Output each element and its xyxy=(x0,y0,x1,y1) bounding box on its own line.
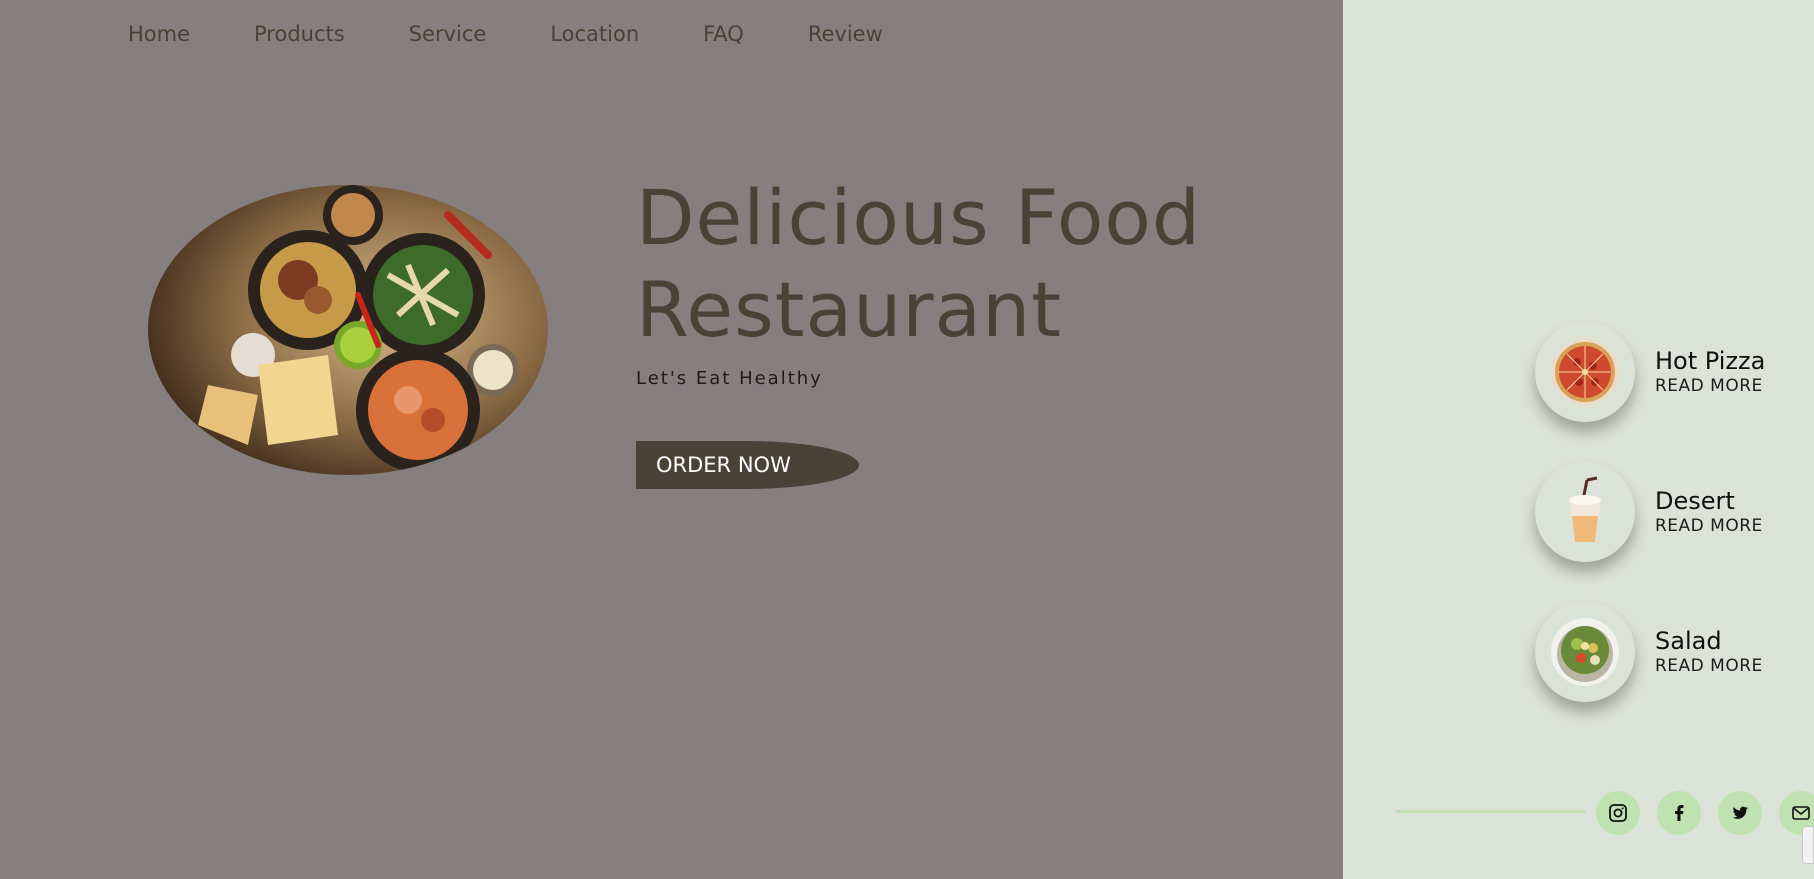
nav-faq[interactable]: FAQ xyxy=(703,20,744,48)
instagram-icon[interactable] xyxy=(1596,791,1640,835)
title-line-1: Delicious Food xyxy=(636,173,1202,262)
scroll-tab[interactable] xyxy=(1802,826,1814,864)
nav-service[interactable]: Service xyxy=(409,20,487,48)
twitter-icon[interactable] xyxy=(1718,791,1762,835)
milkshake-icon xyxy=(1535,462,1635,562)
menu-item-hot-pizza[interactable]: Hot Pizza READ MORE xyxy=(1535,322,1765,422)
menu-item-desert[interactable]: Desert READ MORE xyxy=(1535,462,1763,562)
menu-item-title: Salad xyxy=(1655,627,1722,655)
order-now-button[interactable]: ORDER NOW xyxy=(636,441,859,489)
hero-panel xyxy=(0,0,1343,879)
tagline: Let's Eat Healthy xyxy=(636,368,823,389)
nav-products[interactable]: Products xyxy=(254,20,345,48)
food-platter-image xyxy=(148,185,548,475)
menu-panel xyxy=(1343,0,1814,879)
pizza-icon xyxy=(1535,322,1635,422)
title-line-2: Restaurant xyxy=(636,265,1063,354)
main-nav: Home Products Service Location FAQ Revie… xyxy=(128,20,883,48)
nav-location[interactable]: Location xyxy=(550,20,639,48)
read-more-link[interactable]: READ MORE xyxy=(1655,375,1765,397)
read-more-link[interactable]: READ MORE xyxy=(1655,515,1763,537)
nav-home[interactable]: Home xyxy=(128,20,190,48)
menu-item-title: Desert xyxy=(1655,487,1735,515)
menu-item-salad[interactable]: Salad READ MORE xyxy=(1535,602,1763,702)
menu-item-title: Hot Pizza xyxy=(1655,347,1766,375)
social-divider xyxy=(1396,810,1586,813)
nav-review[interactable]: Review xyxy=(808,20,883,48)
salad-icon xyxy=(1535,602,1635,702)
page-title: Delicious Food Restaurant xyxy=(636,172,1201,356)
facebook-icon[interactable] xyxy=(1657,791,1701,835)
read-more-link[interactable]: READ MORE xyxy=(1655,655,1763,677)
